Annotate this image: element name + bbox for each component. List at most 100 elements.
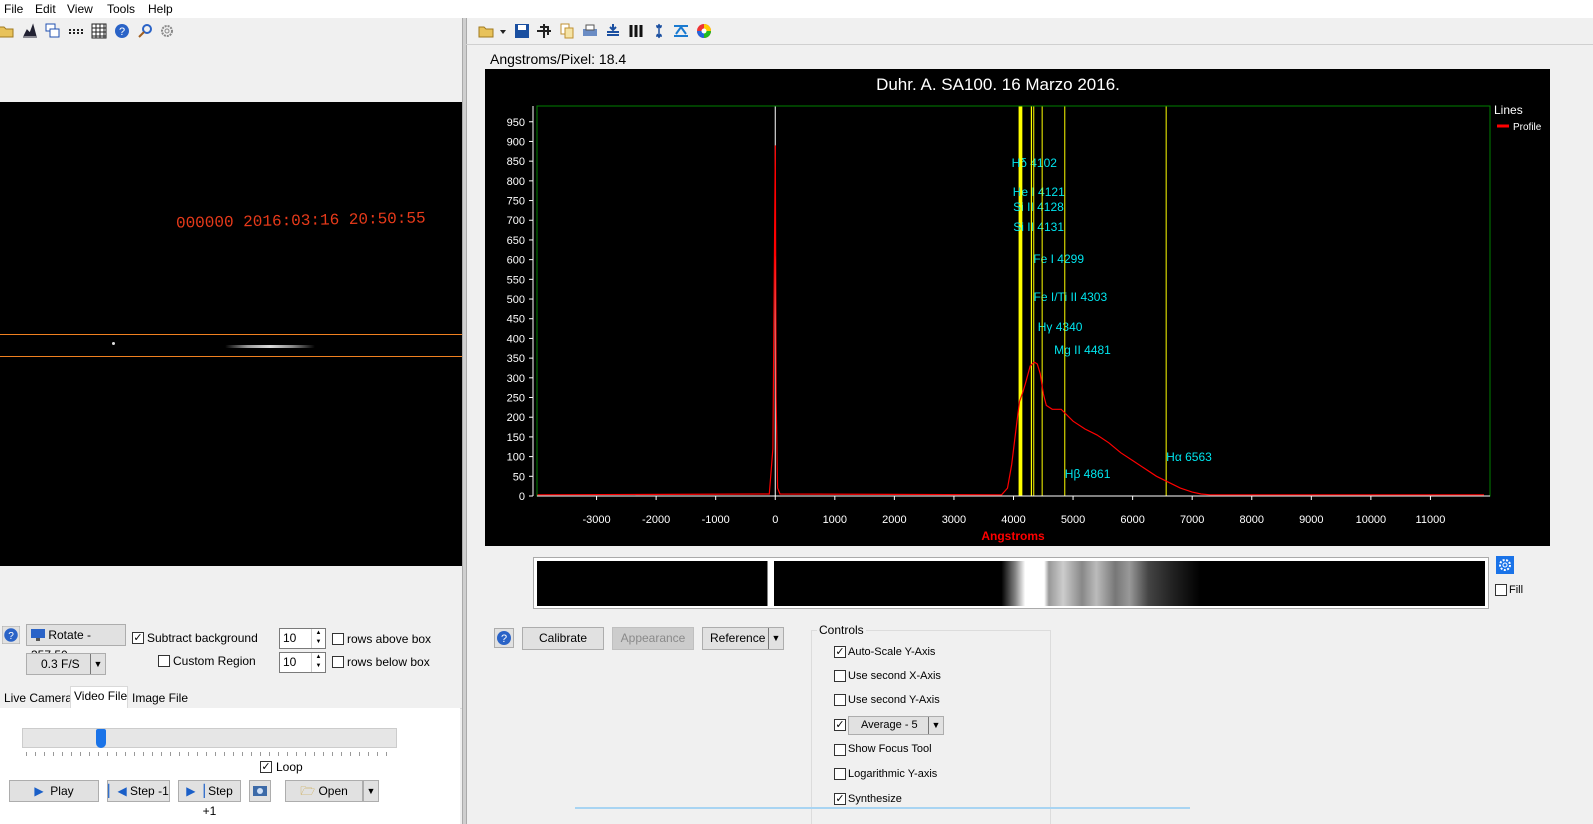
play-button[interactable]: ▶ Play <box>9 780 99 802</box>
video-position-slider[interactable] <box>22 728 397 748</box>
menu-help[interactable]: Help <box>148 2 173 16</box>
play-icon: ▶ <box>34 784 44 798</box>
x-tick-label: 8000 <box>1240 514 1264 526</box>
tab-image-file[interactable]: Image File <box>132 691 188 705</box>
bars-icon[interactable] <box>628 23 644 39</box>
menu-view[interactable]: View <box>67 2 93 16</box>
play-label: Play <box>50 784 74 798</box>
log-y-checkbox[interactable] <box>834 768 846 780</box>
step-back-button[interactable]: ▏◀ Step -1 <box>107 780 170 802</box>
reference-label: Reference <box>710 631 766 645</box>
video-slider-thumb[interactable] <box>95 729 106 748</box>
chevron-down-icon[interactable]: ▼ <box>768 628 783 649</box>
crosshair-icon[interactable] <box>536 23 552 39</box>
snapshot-button[interactable] <box>249 780 271 802</box>
appearance-button[interactable]: Appearance <box>612 627 694 650</box>
camera-icon <box>253 786 267 796</box>
grid-dots-icon[interactable] <box>68 23 84 39</box>
rows-below-checkbox[interactable] <box>332 656 344 668</box>
tab-live-camera[interactable]: Live Camera <box>4 691 72 705</box>
status-strip <box>575 807 1190 809</box>
tab-video-file[interactable]: Video File <box>74 689 127 703</box>
step-forward-button[interactable]: ▶▕ Step +1 <box>178 780 241 818</box>
rows-below-input[interactable]: 10 ▲ ▼ <box>279 652 326 673</box>
open-folder-icon[interactable] <box>478 23 494 39</box>
rows-above-checkbox[interactable] <box>332 633 344 645</box>
y-tick-label: 250 <box>507 393 525 405</box>
tilt-icon[interactable] <box>673 23 689 39</box>
x-tick-label: 5000 <box>1061 514 1085 526</box>
reference-label: Hβ 4861 <box>1065 467 1111 481</box>
auto-scale-y-checkbox[interactable]: ✓ <box>834 646 846 658</box>
x-tick-label: 3000 <box>942 514 966 526</box>
rows-below-value: 10 <box>283 655 297 669</box>
y-tick-label: 100 <box>507 452 525 464</box>
loop-checkbox[interactable]: ✓ <box>260 761 272 773</box>
region-line-bottom[interactable] <box>0 356 462 357</box>
reference-label: Hδ 4102 <box>1012 156 1058 170</box>
copy-icon[interactable] <box>559 23 575 39</box>
synthesize-checkbox[interactable]: ✓ <box>834 793 846 805</box>
open-folder-icon[interactable] <box>0 23 14 39</box>
subtract-background-label: Subtract background <box>147 631 258 645</box>
print-icon[interactable] <box>582 23 598 39</box>
rows-above-input[interactable]: 10 ▲ ▼ <box>279 628 326 649</box>
spectrum-chart[interactable]: Duhr. A. SA100. 16 Marzo 2016. Hδ 4102He… <box>485 69 1550 546</box>
save-icon[interactable] <box>514 23 530 39</box>
help-icon[interactable]: ? <box>494 628 514 648</box>
spin-arrows-icon[interactable]: ▲ ▼ <box>311 653 325 672</box>
spin-arrows-icon[interactable]: ▲ ▼ <box>311 629 325 648</box>
focus-tool-label: Show Focus Tool <box>848 743 932 755</box>
x-tick-label: 6000 <box>1120 514 1144 526</box>
chart-title: Duhr. A. SA100. 16 Marzo 2016. <box>876 75 1120 94</box>
gear-icon[interactable] <box>1496 556 1514 574</box>
chart-icon[interactable] <box>22 23 38 39</box>
custom-region-checkbox[interactable] <box>158 655 170 667</box>
magnifier-icon[interactable] <box>137 23 153 39</box>
right-panel-top-bar <box>466 44 1593 45</box>
left-toolbar: ? <box>0 20 462 42</box>
x-tick-label: 4000 <box>1001 514 1025 526</box>
y-tick-label: 950 <box>507 117 525 129</box>
x-tick-label: -2000 <box>642 514 670 526</box>
fps-select[interactable]: 0.3 F/S ▼ <box>26 653 106 675</box>
average-select[interactable]: Average - 5 ▼ <box>848 716 944 735</box>
angstroms-per-pixel: Angstroms/Pixel: 18.4 <box>490 51 627 67</box>
vertical-scale-icon[interactable] <box>651 23 667 39</box>
second-x-checkbox[interactable] <box>834 670 846 682</box>
table-icon[interactable] <box>91 23 107 39</box>
subtract-background-checkbox[interactable]: ✓ <box>132 632 144 644</box>
dropdown-arrow-icon[interactable] <box>498 23 508 39</box>
menu-edit[interactable]: Edit <box>35 2 56 16</box>
export-icon[interactable] <box>605 23 621 39</box>
open-dropdown-button[interactable]: ▼ <box>363 780 379 802</box>
gear-icon[interactable] <box>159 23 175 39</box>
fill-checkbox[interactable] <box>1495 584 1507 596</box>
reference-button[interactable]: Reference ▼ <box>702 627 784 650</box>
color-wheel-icon[interactable] <box>696 23 712 39</box>
fill-label: Fill <box>1509 584 1524 596</box>
y-tick-label: 400 <box>507 333 525 345</box>
menu-file[interactable]: File <box>4 2 23 16</box>
average-checkbox[interactable]: ✓ <box>834 719 846 731</box>
legend-title: Lines <box>1494 103 1523 117</box>
rotate-button[interactable]: Rotate - 357.50 <box>26 624 126 662</box>
legend-entry-profile: Profile <box>1513 122 1542 133</box>
help-icon[interactable]: ? <box>2 626 20 644</box>
svg-text:?: ? <box>8 631 14 642</box>
calibrate-button[interactable]: Calibrate <box>522 627 604 650</box>
menu-tools[interactable]: Tools <box>107 2 135 16</box>
right-toolbar <box>475 20 735 42</box>
y-tick-label: 550 <box>507 274 525 286</box>
windows-icon[interactable] <box>45 23 61 39</box>
chevron-down-icon: ▼ <box>928 717 943 734</box>
x-tick-label: -3000 <box>582 514 610 526</box>
reference-label: Fe I/Ti II 4303 <box>1034 290 1108 304</box>
help-icon[interactable]: ? <box>114 23 130 39</box>
panel-splitter[interactable] <box>462 18 467 824</box>
region-line-top[interactable] <box>0 334 462 335</box>
second-y-checkbox[interactable] <box>834 694 846 706</box>
focus-tool-checkbox[interactable] <box>834 744 846 756</box>
y-tick-label: 600 <box>507 255 525 267</box>
open-video-button[interactable]: 🗁 Open <box>285 780 363 802</box>
